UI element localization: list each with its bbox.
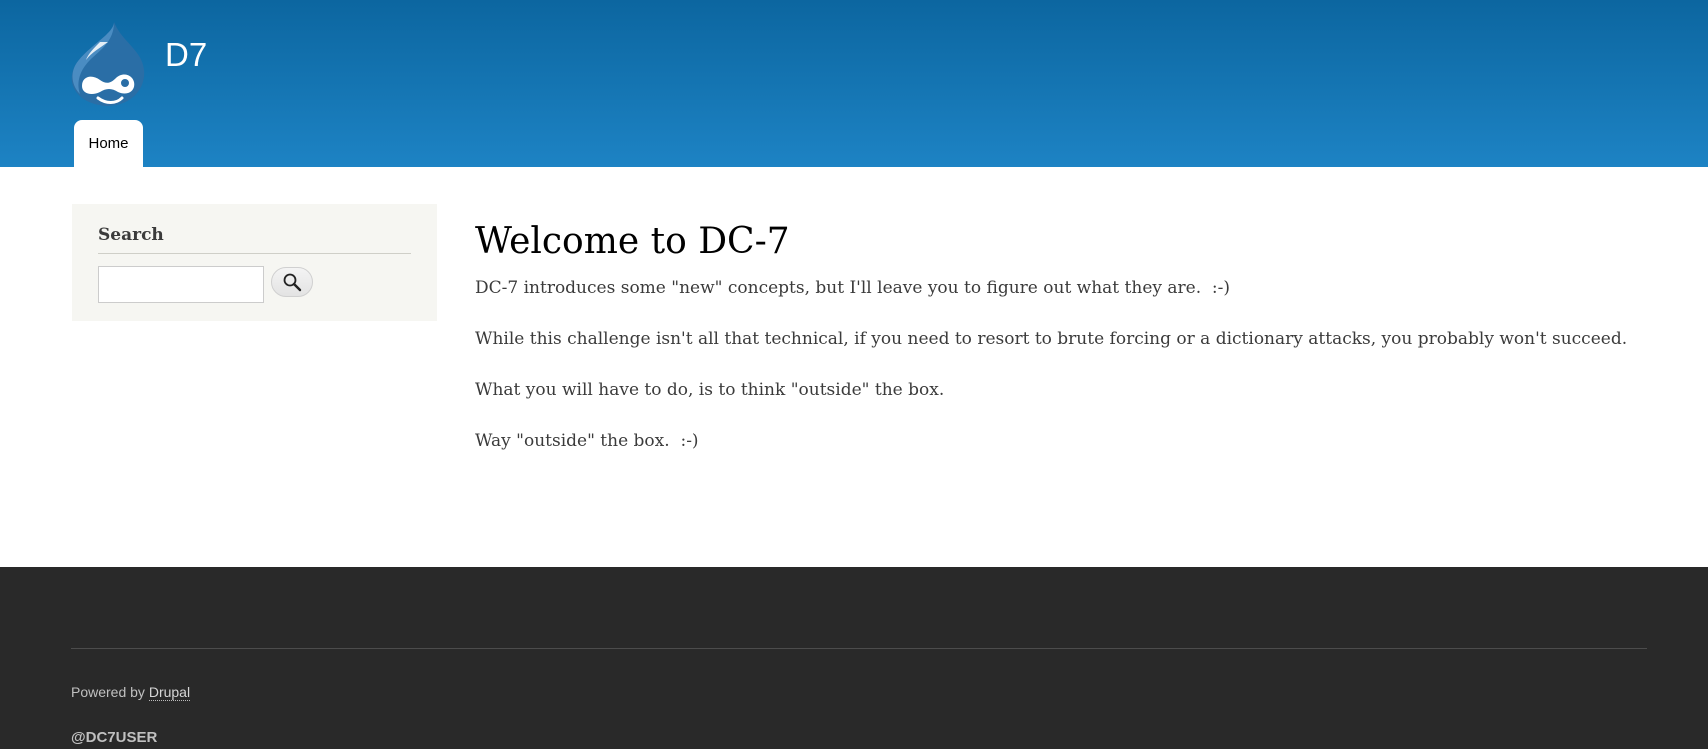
footer-divider bbox=[71, 648, 1647, 649]
site-name[interactable]: D7 bbox=[165, 38, 207, 71]
tab-home[interactable]: Home bbox=[74, 120, 143, 167]
powered-by-label: Powered by bbox=[71, 684, 145, 700]
search-icon bbox=[283, 273, 302, 292]
search-button[interactable] bbox=[271, 267, 313, 297]
search-block: Search bbox=[72, 204, 437, 321]
page-title: Welcome to DC-7 bbox=[475, 221, 790, 262]
content-paragraph: Way "outside" the box. :-) bbox=[475, 430, 699, 451]
content-paragraph: DC-7 introduces some "new" concepts, but… bbox=[475, 277, 1231, 298]
site-header: D7 Home bbox=[0, 0, 1708, 167]
powered-by: Powered by Drupal bbox=[71, 684, 191, 701]
content-paragraph: What you will have to do, is to think "o… bbox=[475, 379, 945, 400]
main-content: Welcome to DC-7 DC-7 introduces some "ne… bbox=[475, 222, 1675, 481]
search-block-title: Search bbox=[98, 225, 411, 254]
main-menu: Home bbox=[74, 120, 143, 167]
search-input[interactable] bbox=[98, 266, 264, 303]
site-footer: Powered by Drupal @DC7USER bbox=[0, 567, 1708, 749]
drupal-drop-icon[interactable] bbox=[70, 20, 146, 106]
content-paragraph: While this challenge isn't all that tech… bbox=[475, 328, 1628, 349]
footer-handle: @DC7USER bbox=[71, 729, 158, 746]
drupal-link[interactable]: Drupal bbox=[148, 684, 191, 701]
